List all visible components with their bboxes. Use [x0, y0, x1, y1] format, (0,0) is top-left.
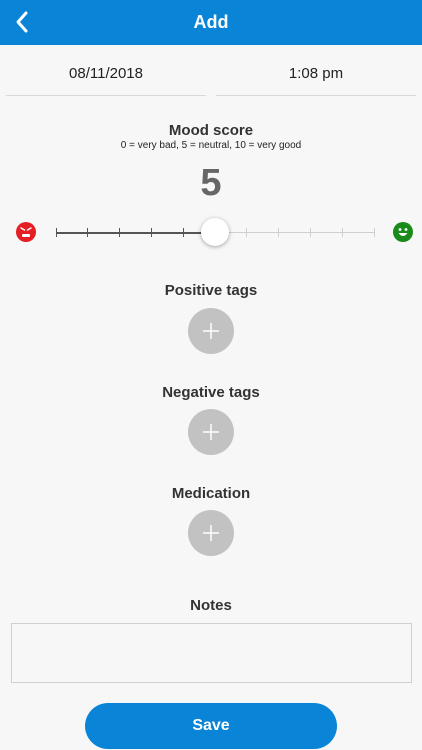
mood-score-legend: 0 = very bad, 5 = neutral, 10 = very goo…: [120, 140, 302, 151]
slider-fill: [56, 232, 215, 234]
negative-tags-label: Negative tags: [162, 384, 260, 401]
app-header: Add: [0, 0, 422, 45]
medication-label: Medication: [171, 485, 251, 502]
date-field[interactable]: 08/11/2018: [6, 52, 206, 96]
slider-tick: [341, 228, 343, 237]
mood-slider[interactable]: [55, 218, 375, 246]
mood-score-title: Mood score: [168, 122, 254, 139]
chevron-left-icon: [16, 11, 28, 33]
date-value: 08/11/2018: [69, 65, 143, 82]
add-negative-tag-button[interactable]: [188, 409, 234, 455]
happy-face-icon: [393, 222, 413, 242]
slider-tick: [373, 228, 375, 237]
sad-face-icon: [16, 222, 36, 242]
slider-tick: [278, 228, 280, 237]
slider-tick: [182, 228, 184, 237]
save-button[interactable]: Save: [85, 703, 337, 749]
page-title: Add: [193, 12, 229, 32]
slider-tick: [119, 228, 121, 237]
slider-tick: [309, 228, 311, 237]
slider-tick: [150, 228, 152, 237]
time-value: 1:08 pm: [288, 65, 344, 82]
plus-icon: [203, 424, 219, 440]
slider-tick: [246, 228, 248, 237]
slider-tick: [87, 228, 89, 237]
notes-input[interactable]: [11, 623, 412, 683]
positive-tags-label: Positive tags: [164, 282, 258, 299]
add-positive-tag-button[interactable]: [188, 308, 234, 354]
slider-thumb[interactable]: [201, 218, 229, 246]
add-medication-button[interactable]: [188, 510, 234, 556]
time-field[interactable]: 1:08 pm: [216, 52, 416, 96]
slider-tick: [55, 228, 57, 237]
mood-score-value: 5: [200, 162, 222, 204]
plus-icon: [203, 323, 219, 339]
notes-label: Notes: [190, 597, 232, 614]
plus-icon: [203, 525, 219, 541]
back-button[interactable]: [6, 6, 38, 38]
